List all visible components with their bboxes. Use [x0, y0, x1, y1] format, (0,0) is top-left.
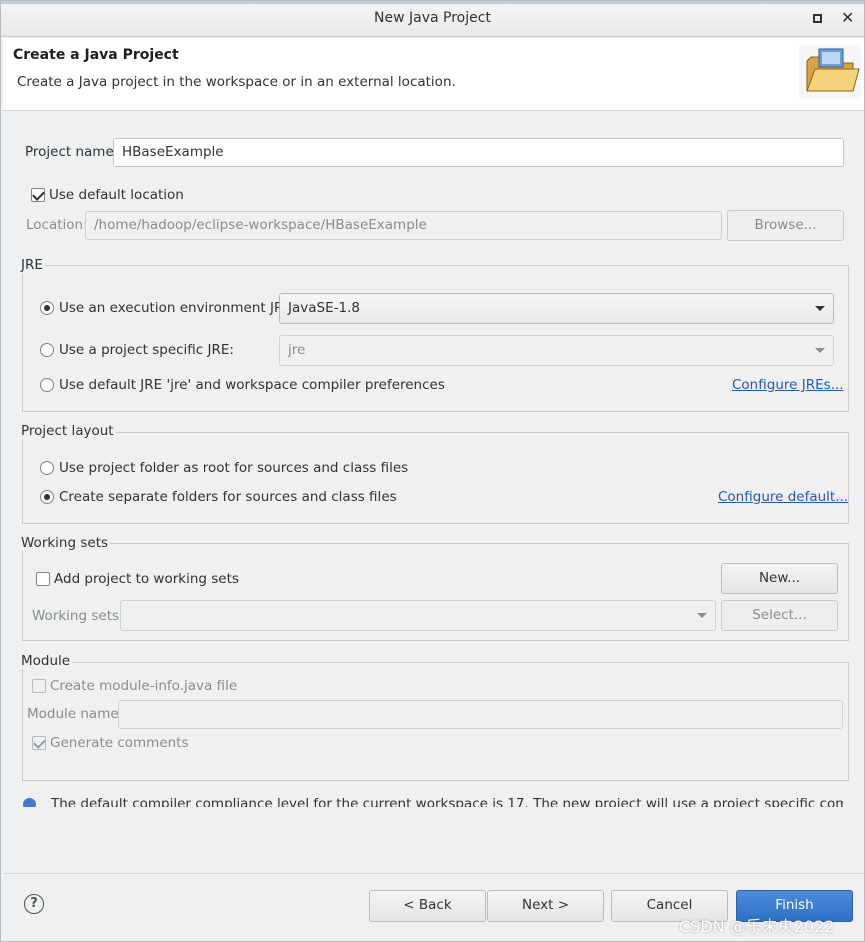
create-module-info-label: Create module-info.java file [50, 678, 238, 694]
new-project-folder-icon [799, 45, 861, 99]
create-module-info-checkbox[interactable] [32, 679, 46, 693]
generate-comments-checkbox[interactable] [32, 736, 46, 750]
compliance-info-message: The default compiler compliance level fo… [23, 795, 843, 807]
layout-project-root-radio[interactable] [40, 461, 54, 475]
new-java-project-dialog: New Java Project ✕ Create a Java Project… [0, 0, 865, 942]
layout-separate-folders-label: Create separate folders for sources and … [59, 489, 397, 505]
module-name-label: Module name: [27, 706, 124, 722]
project-specific-jre-select[interactable]: jre [279, 335, 834, 366]
select-working-sets-button[interactable]: Select... [721, 600, 838, 631]
layout-project-root-label: Use project folder as root for sources a… [59, 460, 409, 476]
wizard-header: Create a Java Project Create a Java proj… [3, 38, 864, 111]
next-button[interactable]: Next > [487, 890, 604, 922]
chevron-down-icon [815, 306, 825, 311]
location-label: Location: [26, 217, 88, 233]
jre-execution-environment-label: Use an execution environment JRE: [59, 300, 297, 316]
project-name-label: Project name: [25, 144, 119, 160]
jre-execution-environment-radio[interactable] [40, 301, 54, 315]
execution-environment-value: JavaSE-1.8 [288, 300, 360, 316]
back-button[interactable]: < Back [369, 890, 486, 922]
working-sets-group-title: Working sets [21, 535, 111, 551]
project-specific-jre-value: jre [288, 342, 306, 358]
wizard-description: Create a Java project in the workspace o… [17, 74, 456, 90]
jre-default-label: Use default JRE 'jre' and workspace comp… [59, 377, 445, 393]
info-icon [23, 798, 36, 807]
project-name-input[interactable]: HBaseExample [113, 138, 844, 167]
browse-button[interactable]: Browse... [727, 210, 844, 241]
jre-default-radio[interactable] [40, 378, 54, 392]
footer-divider [3, 873, 864, 874]
project-layout-group-title: Project layout [21, 423, 116, 439]
use-default-location-checkbox[interactable] [31, 188, 45, 202]
location-input[interactable]: /home/hadoop/eclipse-workspace/HBaseExam… [85, 211, 722, 240]
execution-environment-select[interactable]: JavaSE-1.8 [279, 293, 834, 324]
window-title: New Java Project [374, 10, 491, 26]
generate-comments-label: Generate comments [50, 735, 189, 751]
add-to-working-sets-checkbox[interactable] [36, 572, 50, 586]
project-layout-group [22, 432, 849, 524]
help-icon[interactable]: ? [24, 894, 44, 914]
working-sets-select[interactable] [120, 600, 716, 631]
chevron-down-icon [697, 613, 707, 618]
configure-default-link[interactable]: Configure default... [718, 489, 848, 505]
jre-project-specific-radio[interactable] [40, 343, 54, 357]
module-name-input[interactable] [118, 700, 843, 729]
working-sets-label: Working sets: [32, 608, 124, 624]
add-to-working-sets-label: Add project to working sets [54, 571, 239, 587]
use-default-location-label: Use default location [49, 187, 184, 203]
jre-group-title: JRE [21, 257, 45, 273]
close-icon[interactable]: ✕ [841, 9, 854, 27]
chevron-down-icon [815, 348, 825, 353]
new-working-set-button[interactable]: New... [721, 563, 838, 594]
compliance-info-text: The default compiler compliance level fo… [51, 796, 843, 807]
watermark: CSDN @乐未央2022 [679, 917, 835, 936]
module-group-title: Module [21, 653, 73, 669]
configure-jres-link[interactable]: Configure JREs... [732, 377, 844, 393]
title-bar-accent [1, 1, 864, 4]
maximize-icon[interactable] [813, 14, 822, 23]
layout-separate-folders-radio[interactable] [40, 490, 54, 504]
title-bar: New Java Project ✕ [1, 1, 864, 37]
jre-project-specific-label: Use a project specific JRE: [59, 342, 234, 358]
wizard-title: Create a Java Project [13, 47, 179, 63]
